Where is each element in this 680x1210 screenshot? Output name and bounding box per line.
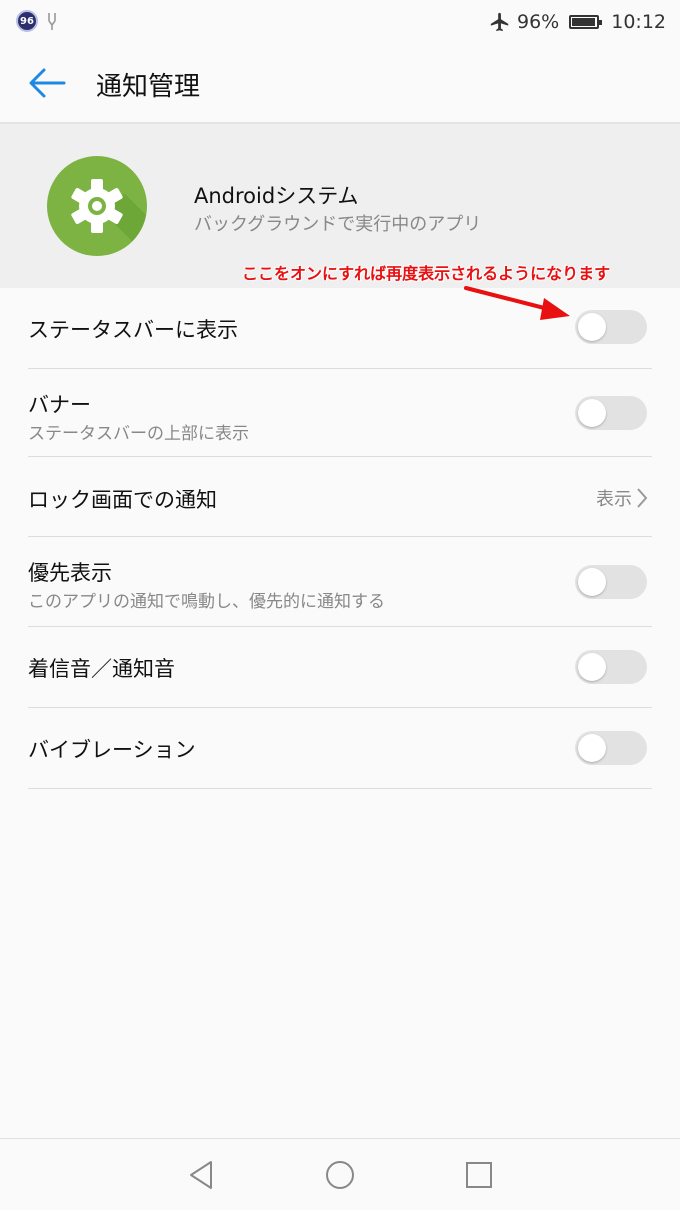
status-right: 96% 10:12 — [489, 8, 666, 36]
nav-home-button[interactable] — [323, 1158, 357, 1192]
setting-title: バイブレーション — [28, 738, 196, 762]
status-bar: 96 96% 10:12 — [0, 0, 680, 44]
statusbar-toggle[interactable] — [575, 310, 647, 344]
chevron-right-icon — [637, 488, 648, 508]
setting-title: 優先表示 — [28, 561, 112, 585]
setting-row-lockscreen[interactable]: ロック画面での通知 表示 — [28, 457, 652, 537]
app-icon — [47, 156, 147, 256]
nav-recents-button[interactable] — [462, 1158, 496, 1192]
home-circle-icon — [326, 1161, 354, 1189]
back-triangle-icon — [190, 1161, 212, 1189]
battery-percent: 96% — [517, 11, 560, 33]
setting-subtitle: このアプリの通知で鳴動し、優先的に通知する — [28, 592, 385, 612]
navigation-bar — [0, 1138, 680, 1210]
setting-row-banner[interactable]: バナー ステータスバーの上部に表示 — [28, 369, 652, 457]
app-name: Androidシステム — [194, 184, 359, 208]
setting-row-priority[interactable]: 優先表示 このアプリの通知で鳴動し、優先的に通知する — [28, 537, 652, 627]
setting-row-statusbar[interactable]: ステータスバーに表示 — [28, 288, 652, 369]
toggle-knob — [578, 313, 606, 341]
toggle-knob — [578, 734, 606, 762]
toggle-knob — [578, 399, 606, 427]
settings-list: ステータスバーに表示 バナー ステータスバーの上部に表示 ロック画面での通知 表… — [0, 288, 680, 789]
clock: 10:12 — [611, 11, 666, 33]
battery-icon — [569, 15, 603, 29]
gear-icon — [71, 179, 147, 256]
setting-title: ロック画面での通知 — [28, 488, 217, 512]
app-bar: 通知管理 — [0, 44, 680, 124]
priority-toggle[interactable] — [575, 565, 647, 599]
setting-title: ステータスバーに表示 — [28, 318, 238, 342]
arrow-left-icon — [29, 68, 66, 98]
sound-toggle[interactable] — [575, 650, 647, 684]
page-title: 通知管理 — [96, 72, 201, 102]
toggle-knob — [578, 653, 606, 681]
banner-toggle[interactable] — [575, 396, 647, 430]
recents-square-icon — [466, 1162, 492, 1188]
setting-row-vibration[interactable]: バイブレーション — [28, 708, 652, 789]
lockscreen-value[interactable]: 表示 — [596, 485, 648, 511]
setting-row-sound[interactable]: 着信音／通知音 — [28, 627, 652, 708]
setting-title: バナー — [28, 393, 91, 417]
nav-back-button[interactable] — [185, 1158, 219, 1192]
airplane-icon — [490, 12, 509, 32]
setting-title: 着信音／通知音 — [28, 657, 175, 681]
back-button[interactable] — [24, 62, 72, 104]
toggle-knob — [578, 568, 606, 596]
notification-badge: 96 — [16, 10, 38, 32]
usb-icon — [48, 13, 56, 30]
setting-subtitle: ステータスバーの上部に表示 — [28, 424, 249, 444]
lockscreen-value-label: 表示 — [596, 489, 632, 510]
app-subtitle: バックグラウンドで実行中のアプリ — [194, 214, 482, 235]
vibration-toggle[interactable] — [575, 731, 647, 765]
